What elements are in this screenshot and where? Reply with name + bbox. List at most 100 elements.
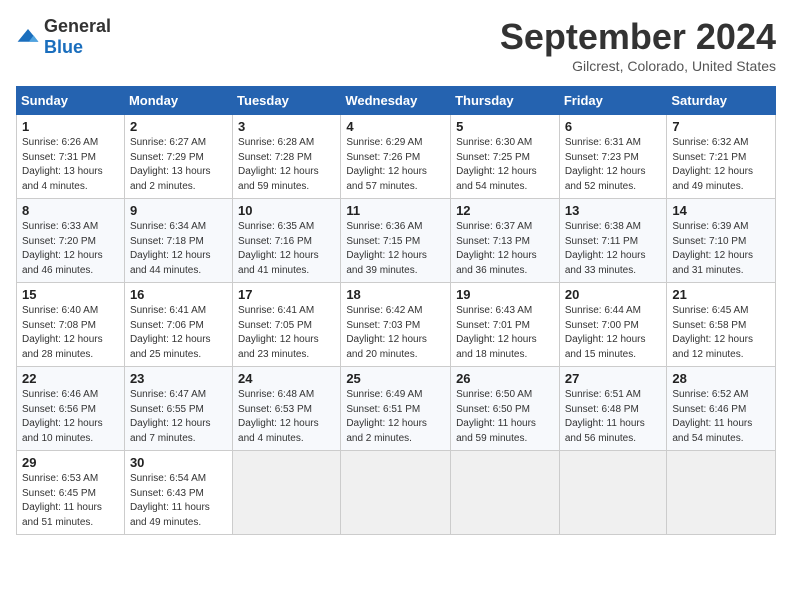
day-info: Sunrise: 6:31 AM Sunset: 7:23 PM Dayligh… [565,136,662,194]
table-row [667,451,776,535]
title-area: September 2024 Gilcrest, Colorado, Unite… [500,16,776,74]
day-number: 18 [346,287,445,302]
day-info: Sunrise: 6:42 AM Sunset: 7:03 PM Dayligh… [346,304,445,362]
day-number: 14 [672,203,770,218]
table-row: 8 Sunrise: 6:33 AM Sunset: 7:20 PM Dayli… [17,199,125,283]
day-number: 19 [456,287,554,302]
col-saturday: Saturday [667,87,776,115]
table-row: 21 Sunrise: 6:45 AM Sunset: 6:58 PM Dayl… [667,283,776,367]
day-info: Sunrise: 6:33 AM Sunset: 7:20 PM Dayligh… [22,220,119,278]
day-number: 12 [456,203,554,218]
day-info: Sunrise: 6:51 AM Sunset: 6:48 PM Dayligh… [565,388,662,446]
day-number: 21 [672,287,770,302]
day-number: 22 [22,371,119,386]
day-number: 16 [130,287,227,302]
day-number: 20 [565,287,662,302]
day-number: 1 [22,119,119,134]
day-number: 15 [22,287,119,302]
logo-blue: Blue [44,37,83,57]
table-row: 10 Sunrise: 6:35 AM Sunset: 7:16 PM Dayl… [233,199,341,283]
day-info: Sunrise: 6:32 AM Sunset: 7:21 PM Dayligh… [672,136,770,194]
day-number: 13 [565,203,662,218]
table-row: 17 Sunrise: 6:41 AM Sunset: 7:05 PM Dayl… [233,283,341,367]
table-row [233,451,341,535]
day-number: 17 [238,287,335,302]
day-number: 3 [238,119,335,134]
table-row: 19 Sunrise: 6:43 AM Sunset: 7:01 PM Dayl… [451,283,560,367]
day-number: 26 [456,371,554,386]
calendar-week-row: 1 Sunrise: 6:26 AM Sunset: 7:31 PM Dayli… [17,115,776,199]
table-row: 22 Sunrise: 6:46 AM Sunset: 6:56 PM Dayl… [17,367,125,451]
day-info: Sunrise: 6:48 AM Sunset: 6:53 PM Dayligh… [238,388,335,446]
day-number: 10 [238,203,335,218]
table-row: 28 Sunrise: 6:52 AM Sunset: 6:46 PM Dayl… [667,367,776,451]
day-info: Sunrise: 6:36 AM Sunset: 7:15 PM Dayligh… [346,220,445,278]
day-info: Sunrise: 6:49 AM Sunset: 6:51 PM Dayligh… [346,388,445,446]
table-row [559,451,667,535]
table-row: 16 Sunrise: 6:41 AM Sunset: 7:06 PM Dayl… [124,283,232,367]
logo-text: General Blue [44,16,111,58]
day-number: 5 [456,119,554,134]
table-row: 18 Sunrise: 6:42 AM Sunset: 7:03 PM Dayl… [341,283,451,367]
day-info: Sunrise: 6:47 AM Sunset: 6:55 PM Dayligh… [130,388,227,446]
day-number: 9 [130,203,227,218]
page-header: General Blue September 2024 Gilcrest, Co… [16,16,776,74]
table-row: 3 Sunrise: 6:28 AM Sunset: 7:28 PM Dayli… [233,115,341,199]
col-tuesday: Tuesday [233,87,341,115]
table-row [341,451,451,535]
day-info: Sunrise: 6:34 AM Sunset: 7:18 PM Dayligh… [130,220,227,278]
day-number: 2 [130,119,227,134]
table-row: 26 Sunrise: 6:50 AM Sunset: 6:50 PM Dayl… [451,367,560,451]
calendar-table: Sunday Monday Tuesday Wednesday Thursday… [16,86,776,535]
table-row: 25 Sunrise: 6:49 AM Sunset: 6:51 PM Dayl… [341,367,451,451]
table-row: 30 Sunrise: 6:54 AM Sunset: 6:43 PM Dayl… [124,451,232,535]
logo: General Blue [16,16,111,58]
calendar-week-row: 15 Sunrise: 6:40 AM Sunset: 7:08 PM Dayl… [17,283,776,367]
table-row: 14 Sunrise: 6:39 AM Sunset: 7:10 PM Dayl… [667,199,776,283]
day-number: 8 [22,203,119,218]
calendar-header-row: Sunday Monday Tuesday Wednesday Thursday… [17,87,776,115]
day-number: 24 [238,371,335,386]
table-row [451,451,560,535]
table-row: 4 Sunrise: 6:29 AM Sunset: 7:26 PM Dayli… [341,115,451,199]
day-info: Sunrise: 6:41 AM Sunset: 7:06 PM Dayligh… [130,304,227,362]
day-info: Sunrise: 6:50 AM Sunset: 6:50 PM Dayligh… [456,388,554,446]
day-number: 28 [672,371,770,386]
day-info: Sunrise: 6:35 AM Sunset: 7:16 PM Dayligh… [238,220,335,278]
table-row: 29 Sunrise: 6:53 AM Sunset: 6:45 PM Dayl… [17,451,125,535]
col-sunday: Sunday [17,87,125,115]
table-row: 13 Sunrise: 6:38 AM Sunset: 7:11 PM Dayl… [559,199,667,283]
day-info: Sunrise: 6:30 AM Sunset: 7:25 PM Dayligh… [456,136,554,194]
table-row: 15 Sunrise: 6:40 AM Sunset: 7:08 PM Dayl… [17,283,125,367]
logo-general: General [44,16,111,36]
day-info: Sunrise: 6:54 AM Sunset: 6:43 PM Dayligh… [130,472,227,530]
col-monday: Monday [124,87,232,115]
day-info: Sunrise: 6:28 AM Sunset: 7:28 PM Dayligh… [238,136,335,194]
day-info: Sunrise: 6:43 AM Sunset: 7:01 PM Dayligh… [456,304,554,362]
day-info: Sunrise: 6:38 AM Sunset: 7:11 PM Dayligh… [565,220,662,278]
calendar-week-row: 29 Sunrise: 6:53 AM Sunset: 6:45 PM Dayl… [17,451,776,535]
day-info: Sunrise: 6:41 AM Sunset: 7:05 PM Dayligh… [238,304,335,362]
day-number: 27 [565,371,662,386]
table-row: 5 Sunrise: 6:30 AM Sunset: 7:25 PM Dayli… [451,115,560,199]
table-row: 9 Sunrise: 6:34 AM Sunset: 7:18 PM Dayli… [124,199,232,283]
day-info: Sunrise: 6:26 AM Sunset: 7:31 PM Dayligh… [22,136,119,194]
col-wednesday: Wednesday [341,87,451,115]
table-row: 6 Sunrise: 6:31 AM Sunset: 7:23 PM Dayli… [559,115,667,199]
day-info: Sunrise: 6:52 AM Sunset: 6:46 PM Dayligh… [672,388,770,446]
day-number: 30 [130,455,227,470]
table-row: 27 Sunrise: 6:51 AM Sunset: 6:48 PM Dayl… [559,367,667,451]
day-number: 23 [130,371,227,386]
day-info: Sunrise: 6:27 AM Sunset: 7:29 PM Dayligh… [130,136,227,194]
day-info: Sunrise: 6:46 AM Sunset: 6:56 PM Dayligh… [22,388,119,446]
table-row: 12 Sunrise: 6:37 AM Sunset: 7:13 PM Dayl… [451,199,560,283]
day-info: Sunrise: 6:39 AM Sunset: 7:10 PM Dayligh… [672,220,770,278]
day-info: Sunrise: 6:29 AM Sunset: 7:26 PM Dayligh… [346,136,445,194]
col-thursday: Thursday [451,87,560,115]
day-info: Sunrise: 6:40 AM Sunset: 7:08 PM Dayligh… [22,304,119,362]
day-info: Sunrise: 6:53 AM Sunset: 6:45 PM Dayligh… [22,472,119,530]
col-friday: Friday [559,87,667,115]
day-info: Sunrise: 6:44 AM Sunset: 7:00 PM Dayligh… [565,304,662,362]
day-number: 4 [346,119,445,134]
day-number: 25 [346,371,445,386]
